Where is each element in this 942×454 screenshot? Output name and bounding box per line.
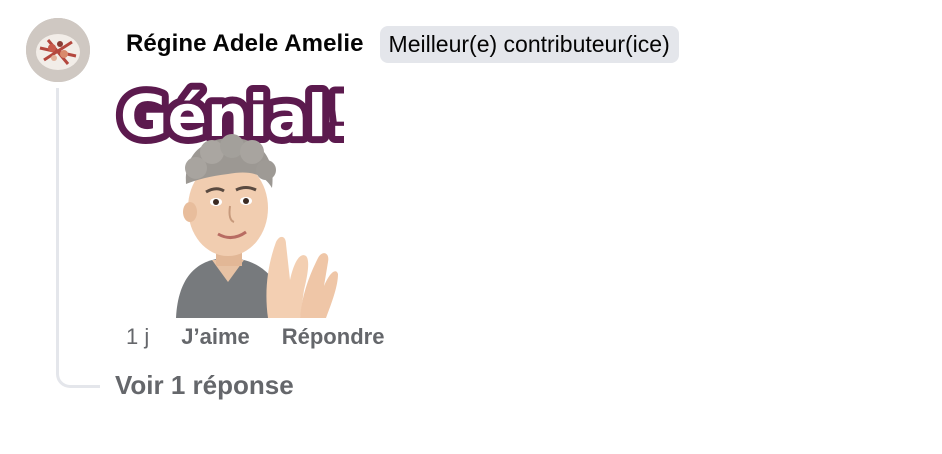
comment-actions: 1 j J’aime Répondre xyxy=(126,322,416,352)
author-name[interactable]: Régine Adele Amelie xyxy=(126,30,364,58)
sticker[interactable]: Génial! xyxy=(104,76,344,322)
view-replies-link[interactable]: Voir 1 réponse xyxy=(115,370,294,401)
contributor-badge: Meilleur(e) contributeur(ice) xyxy=(379,25,679,63)
comment-header: Régine Adele Amelie Meilleur(e) contribu… xyxy=(126,24,679,64)
like-button[interactable]: J’aime xyxy=(181,324,250,350)
comment-thread: Régine Adele Amelie Meilleur(e) contribu… xyxy=(0,0,942,454)
reply-button[interactable]: Répondre xyxy=(282,324,385,350)
thread-connector xyxy=(56,88,100,388)
clapping-avatar-sticker-icon: Génial! xyxy=(113,76,344,318)
avatar[interactable] xyxy=(26,18,90,82)
comment-timestamp[interactable]: 1 j xyxy=(126,324,149,350)
profile-photo-icon xyxy=(26,18,90,82)
